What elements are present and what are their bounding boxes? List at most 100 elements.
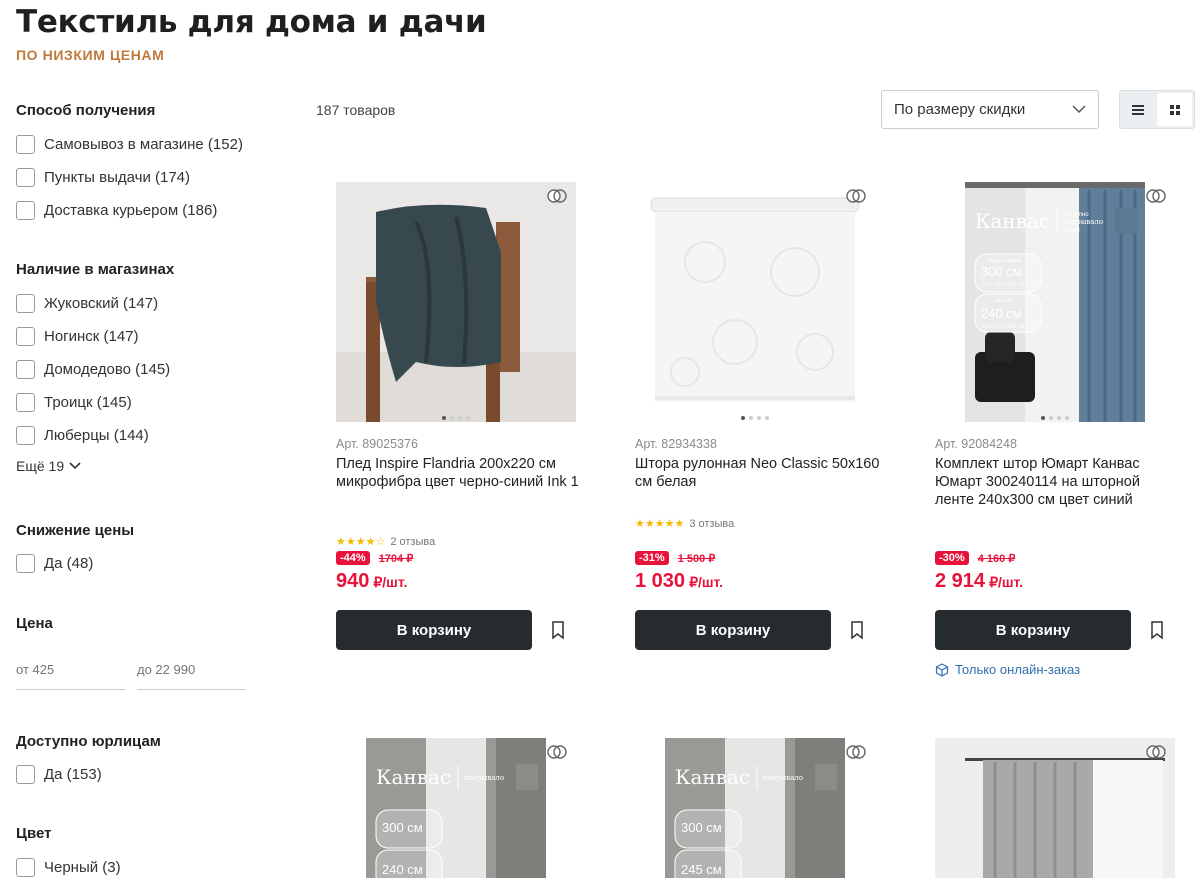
online-only-notice[interactable]: Только онлайн-заказ <box>935 662 1080 677</box>
grid-view-button[interactable] <box>1157 93 1192 126</box>
compare-icon[interactable] <box>845 741 867 763</box>
product-rating[interactable]: ★★★★☆ 2 отзыва <box>336 535 435 549</box>
compare-icon[interactable] <box>546 741 568 763</box>
bookmark-icon[interactable] <box>548 620 568 640</box>
curtains-photo <box>935 738 1175 878</box>
grid-icon <box>1169 104 1180 115</box>
old-price: 1 500 ₽ <box>677 552 716 565</box>
checkbox[interactable] <box>16 326 35 346</box>
promo-width-sub: есть 200 и 400 см <box>983 282 1025 288</box>
article-number: Арт. 82934338 <box>635 437 717 451</box>
article-number: Арт. 89025376 <box>336 437 418 451</box>
image-pager[interactable] <box>635 416 875 420</box>
filter-color-title: Цвет <box>16 825 52 842</box>
product-name[interactable]: Штора рулонная Neo Classic 50x160 см бел… <box>635 455 880 491</box>
filter-delivery-pickup[interactable]: Самовывоз в магазине (152) <box>16 133 243 155</box>
price: 1 030 ₽/шт. <box>635 570 724 592</box>
promo-brand: Канвас <box>975 209 1050 233</box>
discount-badge: -30% <box>935 551 969 565</box>
promo-tag2: покрывало <box>763 774 803 782</box>
promo-width: 300 см <box>981 264 1022 279</box>
promo-brand: Канвас <box>675 765 750 789</box>
promo-height-sub: есть 270 и 280 см <box>983 324 1025 330</box>
view-toggle <box>1119 90 1195 129</box>
checkbox[interactable] <box>16 134 35 154</box>
discount-row: -44% 1704 ₽ <box>336 551 413 565</box>
chevron-down-icon <box>1072 105 1086 114</box>
filter-legal-yes[interactable]: Да (153) <box>16 763 102 785</box>
show-more-stores-button[interactable]: Ещё 19 <box>16 458 81 474</box>
promo-height: 240 см <box>981 306 1022 321</box>
discount-row: -30% 4 160 ₽ <box>935 551 1015 565</box>
filter-store-lyubertsy[interactable]: Люберцы (144) <box>16 424 149 446</box>
product-image[interactable]: Канвас покрывало 300 см 245 см <box>665 738 845 878</box>
checkbox[interactable] <box>16 200 35 220</box>
bookmark-icon[interactable] <box>1147 620 1167 640</box>
list-view-button[interactable] <box>1120 91 1155 128</box>
page-subtitle: ПО НИЗКИМ ЦЕНАМ <box>16 47 165 63</box>
product-image[interactable]: Канвас покрывало 300 см 240 см <box>366 738 546 878</box>
filter-price-title: Цена <box>16 615 53 632</box>
checkbox[interactable] <box>16 293 35 313</box>
promo-height-label: высота <box>995 298 1012 304</box>
filter-color-black[interactable]: Черный (3) <box>16 856 121 878</box>
add-to-cart-button[interactable]: В корзину <box>635 610 831 650</box>
filter-store-noginsk[interactable]: Ногинск (147) <box>16 325 139 347</box>
chevron-down-icon <box>69 462 81 470</box>
filter-discount-yes[interactable]: Да (48) <box>16 552 93 574</box>
filter-delivery-courier[interactable]: Доставка курьером (186) <box>16 199 217 221</box>
checkbox[interactable] <box>16 857 35 877</box>
blanket-photo <box>336 182 576 422</box>
curtains-photo: Канвас покрывало 300 см 240 см <box>366 738 546 878</box>
filter-stores-title: Наличие в магазинах <box>16 261 175 278</box>
compare-icon[interactable] <box>1145 185 1167 207</box>
discount-row: -31% 1 500 ₽ <box>635 551 715 565</box>
checkbox[interactable] <box>16 553 35 573</box>
filter-store-troitsk[interactable]: Троицк (145) <box>16 391 132 413</box>
discount-badge: -31% <box>635 551 669 565</box>
promo-tag3: в цвет <box>1063 228 1081 234</box>
box-icon <box>935 662 949 677</box>
checkbox[interactable] <box>16 764 35 784</box>
image-pager[interactable] <box>965 416 1145 420</box>
product-image[interactable] <box>935 738 1175 878</box>
checkbox[interactable] <box>16 167 35 187</box>
filter-store-domodedovo[interactable]: Домодедово (145) <box>16 358 170 380</box>
promo-tag2: покрывало <box>1063 218 1103 226</box>
product-image[interactable] <box>336 182 576 422</box>
compare-icon[interactable] <box>845 185 867 207</box>
product-rating[interactable]: ★★★★★ 3 отзыва <box>635 517 734 531</box>
filter-store-zhukovsky[interactable]: Жуковский (147) <box>16 292 158 314</box>
price-to-input[interactable] <box>137 650 246 690</box>
price: 940 ₽/шт. <box>336 570 408 592</box>
checkbox[interactable] <box>16 425 35 445</box>
promo-width: 300 см <box>681 820 722 835</box>
add-to-cart-button[interactable]: В корзину <box>935 610 1131 650</box>
rating-stars-icon: ★★★★☆ <box>336 536 386 548</box>
product-image[interactable] <box>635 182 875 422</box>
promo-tag2: покрывало <box>464 774 504 782</box>
old-price: 4 160 ₽ <box>977 552 1016 565</box>
image-pager[interactable] <box>336 416 576 420</box>
filter-discount-title: Снижение цены <box>16 522 135 539</box>
filter-delivery-title: Способ получения <box>16 102 156 119</box>
product-image[interactable]: Канвас доступно покрывало в цвет общая ш… <box>965 182 1145 422</box>
page-title: Текстиль для дома и дачи <box>16 4 487 40</box>
price-from-input[interactable] <box>16 650 125 690</box>
compare-icon[interactable] <box>1145 741 1167 763</box>
product-name[interactable]: Комплект штор Юмарт Канвас Юмарт 3002401… <box>935 455 1180 509</box>
checkbox[interactable] <box>16 359 35 379</box>
compare-icon[interactable] <box>546 185 568 207</box>
product-count: 187 товаров <box>316 102 396 118</box>
add-to-cart-button[interactable]: В корзину <box>336 610 532 650</box>
filter-delivery-points[interactable]: Пункты выдачи (174) <box>16 166 190 188</box>
bookmark-icon[interactable] <box>847 620 867 640</box>
checkbox[interactable] <box>16 392 35 412</box>
curtains-photo: Канвас покрывало 300 см 245 см <box>665 738 845 878</box>
curtains-photo: Канвас доступно покрывало в цвет общая ш… <box>965 182 1145 422</box>
promo-brand: Канвас <box>376 765 451 789</box>
product-name[interactable]: Плед Inspire Flandria 200x220 см микрофи… <box>336 455 581 491</box>
promo-height: 240 см <box>382 862 423 877</box>
sort-select[interactable]: По размеру скидки <box>881 90 1099 129</box>
old-price: 1704 ₽ <box>378 552 414 565</box>
